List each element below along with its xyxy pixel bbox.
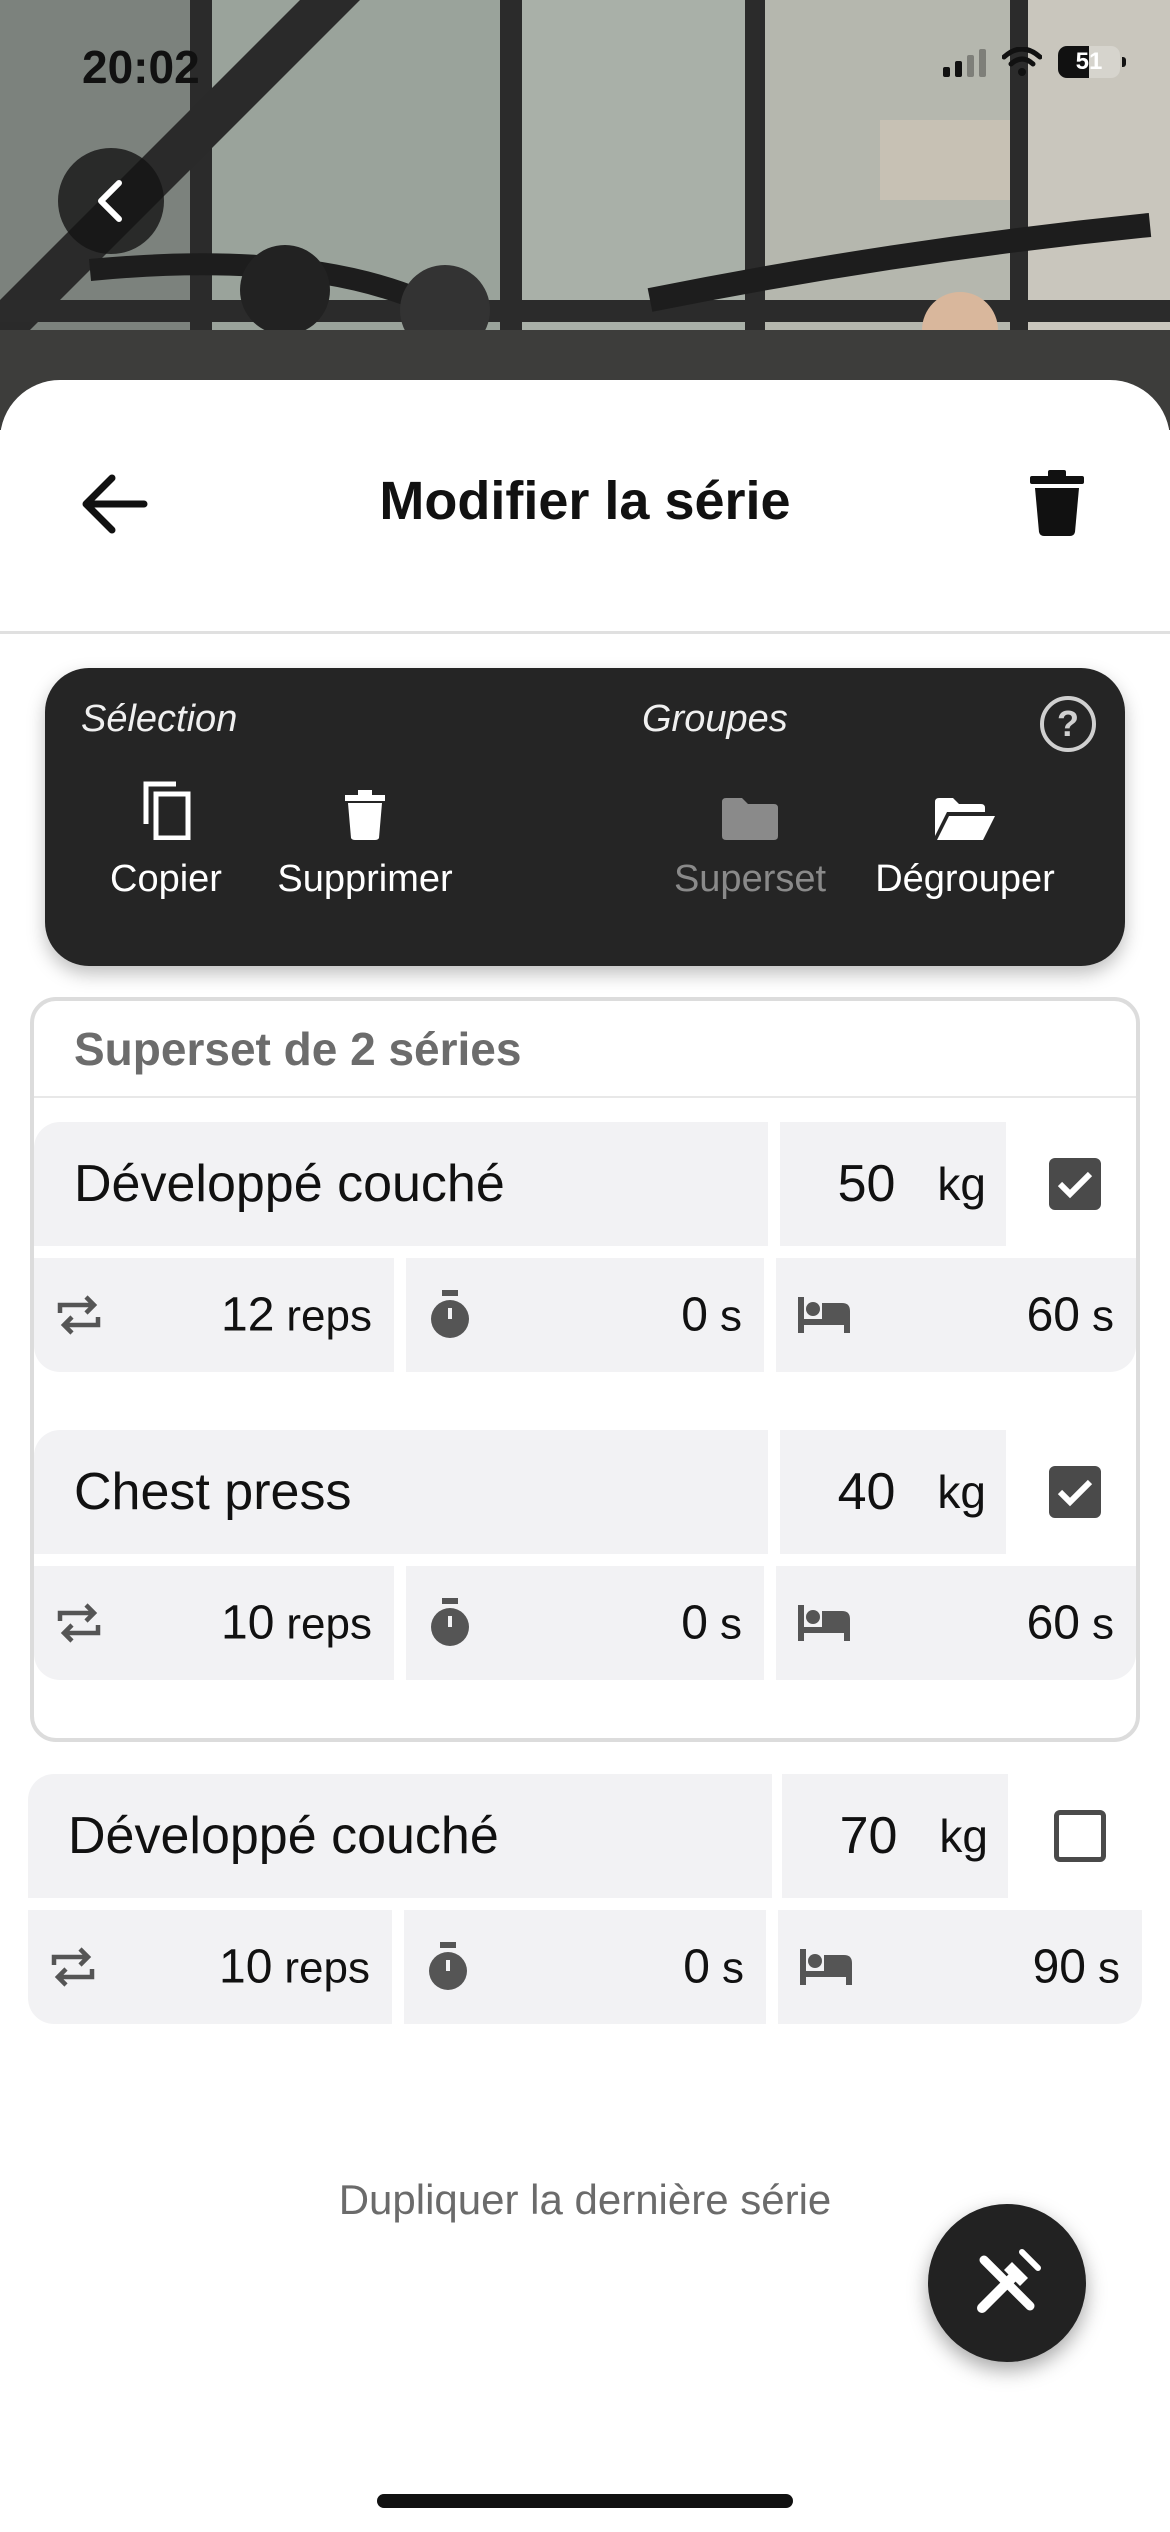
rest-field[interactable]: 90 s xyxy=(778,1910,1142,2024)
selection-toolbar: Sélection Groupes ? Copier Supprimer Sup xyxy=(45,668,1125,966)
superset-label: Superset xyxy=(673,858,827,900)
set-checkbox[interactable] xyxy=(1049,1466,1101,1518)
reps-unit: reps xyxy=(286,1599,372,1649)
stopwatch-icon xyxy=(431,1290,469,1338)
reps-value: 10 xyxy=(221,1596,275,1650)
reps-unit: reps xyxy=(286,1291,372,1341)
page-title: Modifier la série xyxy=(379,471,791,531)
selection-label: Sélection xyxy=(81,698,238,740)
repeat-icon xyxy=(51,1947,95,1987)
rest-value: 60 xyxy=(1026,1288,1080,1342)
duration-field[interactable]: 0s xyxy=(406,1566,764,1680)
reps-value: 12 xyxy=(221,1288,275,1342)
stopwatch-icon xyxy=(431,1598,469,1646)
weight-value: 40 xyxy=(837,1463,896,1521)
weight-field[interactable]: 50 kg xyxy=(780,1122,1006,1246)
bed-icon xyxy=(798,1605,850,1641)
hero-back-button[interactable] xyxy=(58,148,164,254)
copy-label: Copier xyxy=(110,858,222,900)
folder-icon xyxy=(722,798,778,840)
set-checkbox[interactable] xyxy=(1054,1810,1106,1862)
superset-divider xyxy=(34,1096,1136,1098)
tools-icon xyxy=(977,2249,1041,2313)
checkmark-icon xyxy=(1057,1171,1093,1199)
weight-unit: kg xyxy=(939,1810,988,1862)
superset-title: Superset de 2 séries xyxy=(74,1023,522,1075)
duration-unit: s xyxy=(722,1943,744,1993)
exercise-name-field[interactable]: Développé couché xyxy=(34,1122,768,1246)
weight-unit: kg xyxy=(937,1158,986,1210)
rest-value: 90 xyxy=(1032,1940,1086,1994)
weight-unit: kg xyxy=(937,1466,986,1518)
copy-icon xyxy=(143,781,191,840)
delete-label: Supprimer xyxy=(277,858,453,900)
bed-icon xyxy=(800,1949,852,1985)
ungroup-button[interactable]: Dégrouper xyxy=(860,778,1070,901)
status-icons: 51 xyxy=(943,46,1126,78)
weight-field[interactable]: 70 kg xyxy=(782,1774,1008,1898)
weight-value: 50 xyxy=(837,1155,896,1213)
battery-level: 51 xyxy=(1075,48,1103,75)
weight-field[interactable]: 40 kg xyxy=(780,1430,1006,1554)
ungroup-label: Dégrouper xyxy=(875,858,1055,900)
delete-set-button[interactable] xyxy=(1030,470,1084,536)
rest-field[interactable]: 60 s xyxy=(776,1258,1136,1372)
exercise-name-field[interactable]: Développé couché xyxy=(28,1774,772,1898)
weight-value: 70 xyxy=(839,1807,898,1865)
duration-field[interactable]: 0s xyxy=(404,1910,766,2024)
duration-value: 0 xyxy=(683,1940,710,1994)
exercise-name: Développé couché xyxy=(68,1807,499,1865)
exercise-name: Développé couché xyxy=(74,1155,505,1213)
delete-selection-button[interactable]: Supprimer xyxy=(270,778,460,901)
duration-unit: s xyxy=(720,1291,742,1341)
reps-field[interactable]: 10 reps xyxy=(34,1566,394,1680)
exercise-name: Chest press xyxy=(74,1463,352,1521)
superset-button[interactable]: Superset xyxy=(660,778,840,901)
duration-value: 0 xyxy=(681,1288,708,1342)
reps-field[interactable]: 12 reps xyxy=(34,1258,394,1372)
rest-unit: s xyxy=(1098,1943,1120,1993)
repeat-icon xyxy=(57,1295,101,1335)
stopwatch-icon xyxy=(429,1942,467,1990)
checkmark-icon xyxy=(1057,1479,1093,1507)
help-icon[interactable]: ? xyxy=(1040,696,1096,752)
duration-value: 0 xyxy=(681,1596,708,1650)
reps-value: 10 xyxy=(219,1940,273,1994)
wifi-icon xyxy=(1002,47,1042,76)
set-checkbox[interactable] xyxy=(1049,1158,1101,1210)
exercise-name-field[interactable]: Chest press xyxy=(34,1430,768,1554)
groups-label: Groupes xyxy=(642,698,788,740)
chevron-left-icon xyxy=(98,180,122,222)
copy-button[interactable]: Copier xyxy=(101,778,231,901)
home-indicator xyxy=(377,2494,793,2508)
rest-field[interactable]: 60 s xyxy=(776,1566,1136,1680)
repeat-icon xyxy=(57,1603,101,1643)
battery-icon: 51 xyxy=(1058,46,1126,78)
duration-field[interactable]: 0s xyxy=(406,1258,764,1372)
header-divider xyxy=(0,631,1170,634)
folder-open-icon xyxy=(935,798,995,840)
rest-unit: s xyxy=(1092,1599,1114,1649)
status-time: 20:02 xyxy=(82,41,200,93)
rest-unit: s xyxy=(1092,1291,1114,1341)
trash-icon xyxy=(345,790,385,840)
reps-unit: reps xyxy=(284,1943,370,1993)
reps-field[interactable]: 10 reps xyxy=(28,1910,392,2024)
signal-icon xyxy=(943,47,986,77)
workout-fab-button[interactable] xyxy=(928,2204,1086,2362)
duration-unit: s xyxy=(720,1599,742,1649)
rest-value: 60 xyxy=(1026,1596,1080,1650)
bed-icon xyxy=(798,1297,850,1333)
